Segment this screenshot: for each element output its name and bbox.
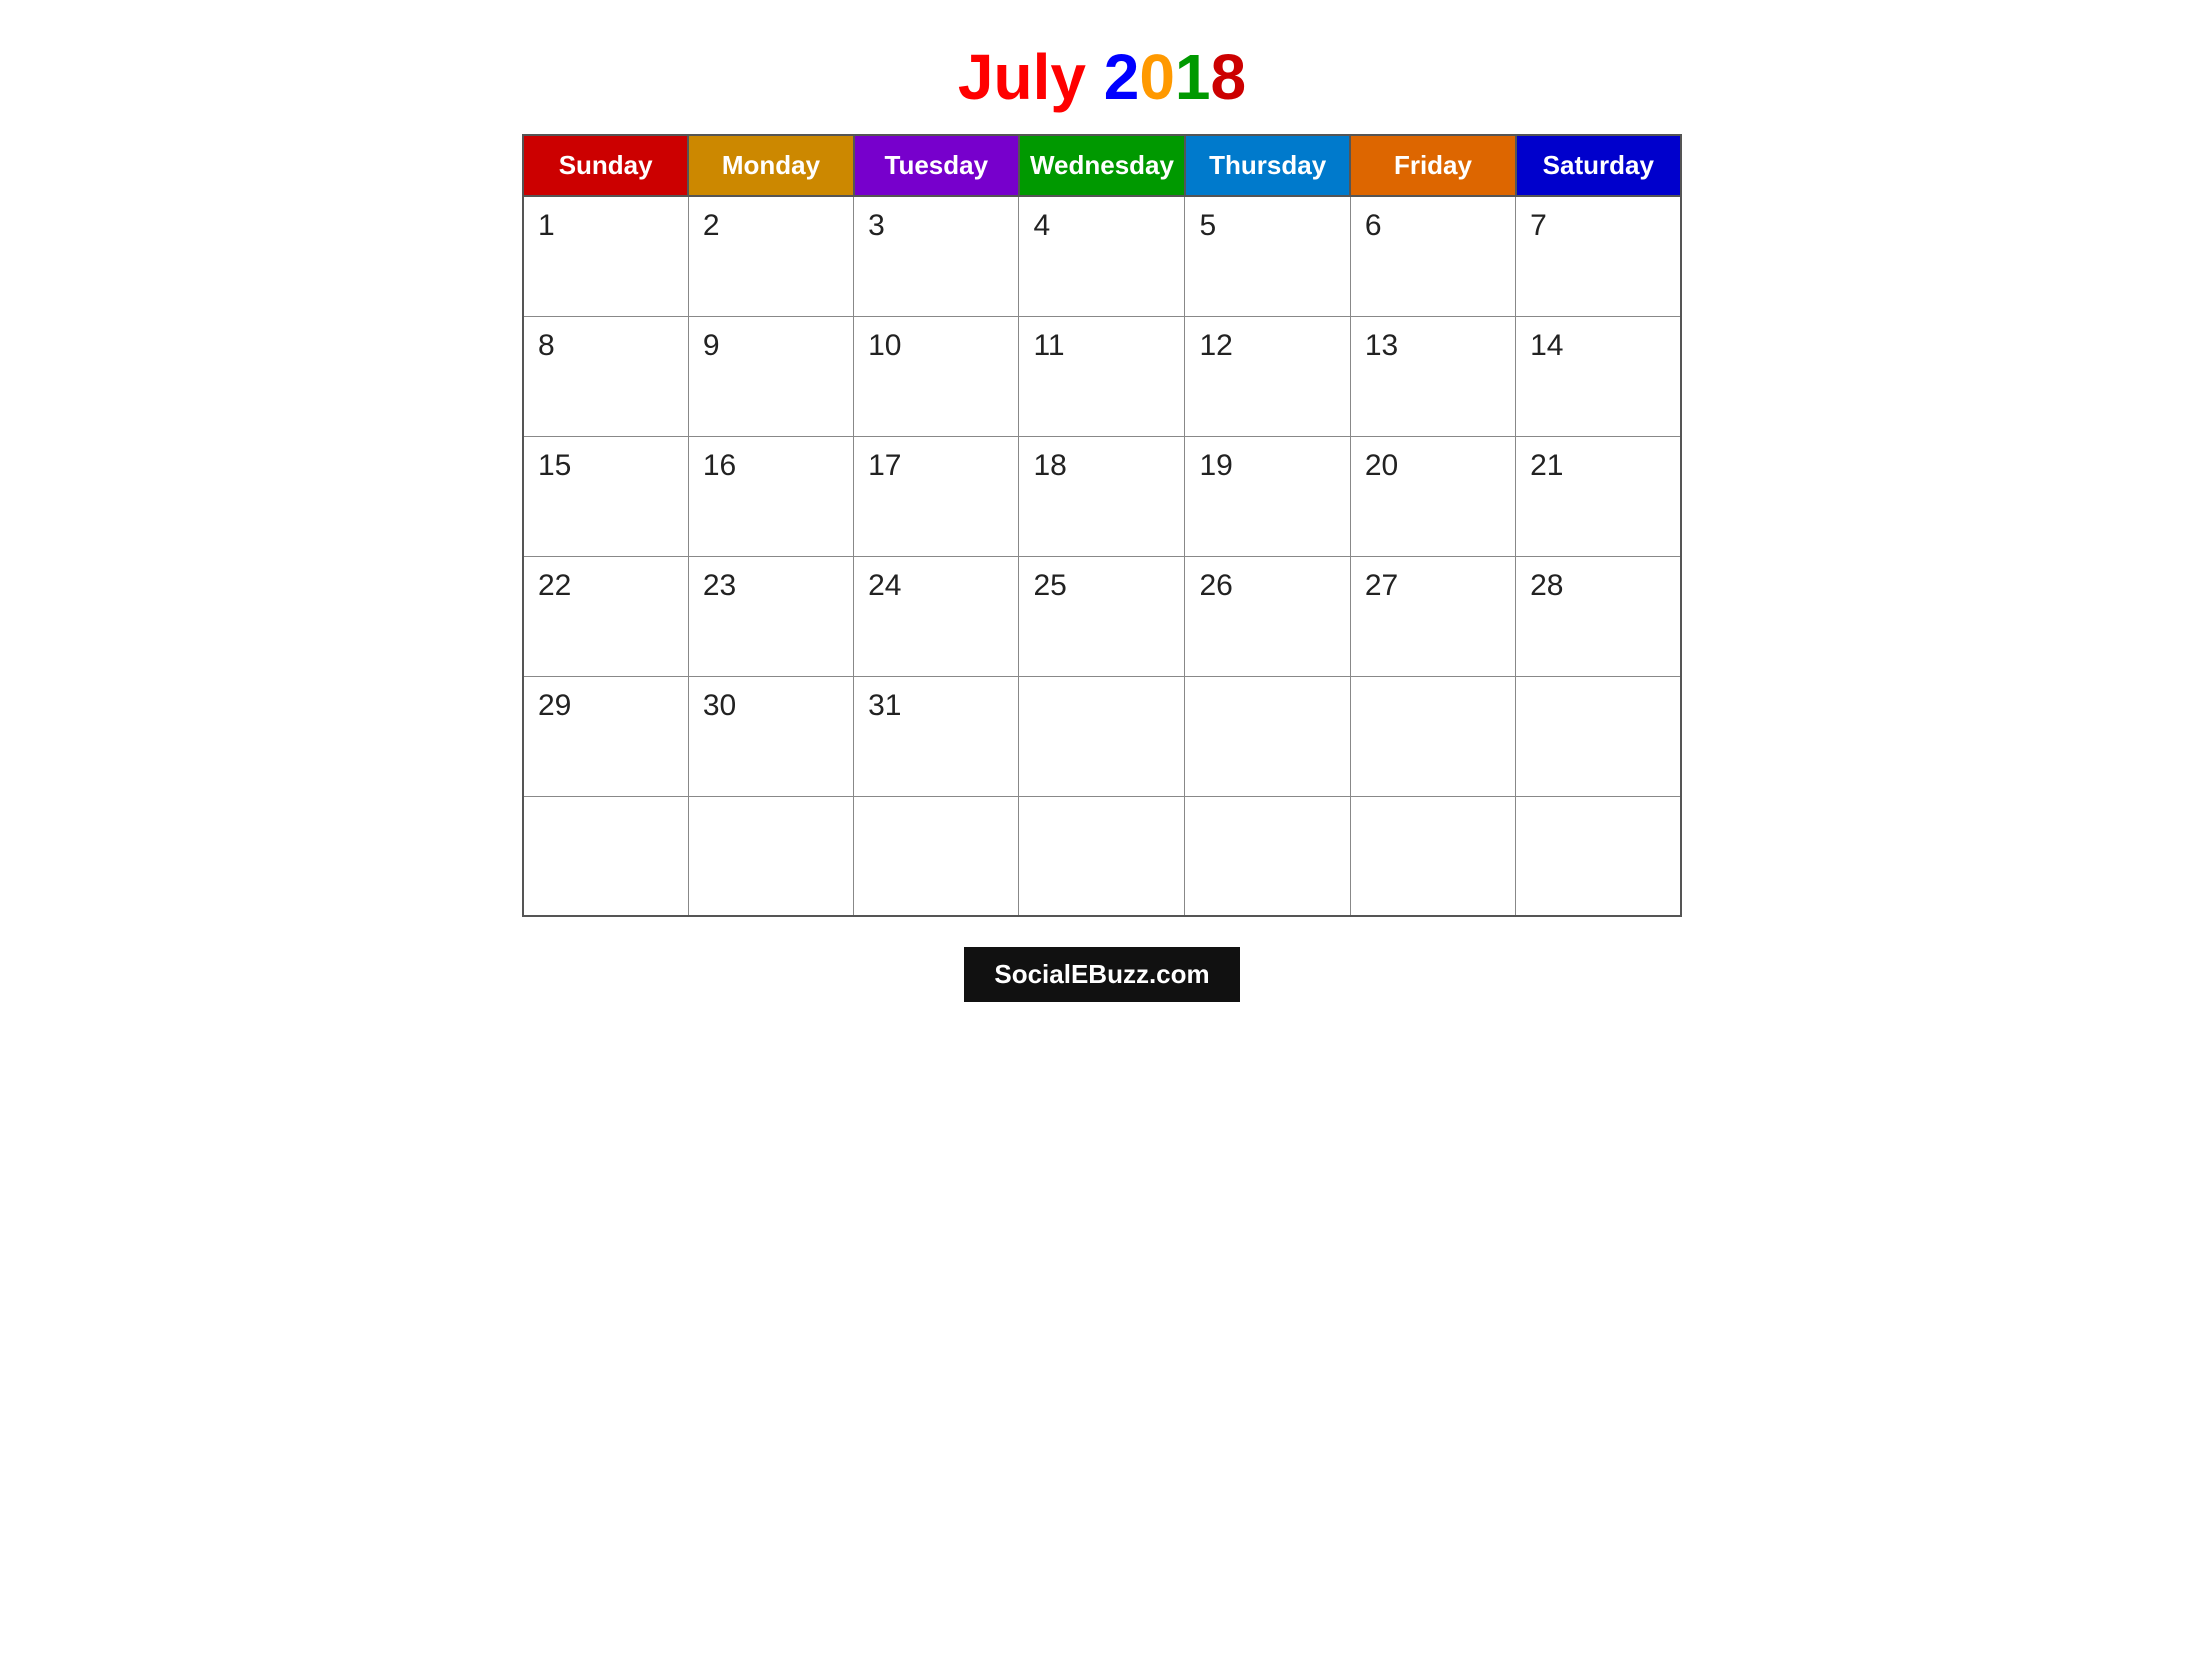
calendar-day-cell: 8	[523, 316, 688, 436]
title-month: July	[958, 41, 1104, 113]
calendar-day-cell: 31	[854, 676, 1019, 796]
calendar-day-cell: 22	[523, 556, 688, 676]
calendar-day-cell	[1019, 676, 1185, 796]
calendar-day-cell: 11	[1019, 316, 1185, 436]
calendar-day-cell: 23	[688, 556, 853, 676]
calendar-day-cell	[523, 796, 688, 916]
calendar-week-row: 293031	[523, 676, 1681, 796]
footer-brand: SocialEBuzz.com	[964, 947, 1239, 1002]
calendar-day-cell: 21	[1516, 436, 1681, 556]
header-thursday: Thursday	[1185, 135, 1350, 196]
calendar-day-cell: 24	[854, 556, 1019, 676]
calendar-day-cell: 4	[1019, 196, 1185, 316]
calendar-day-cell	[1185, 676, 1350, 796]
calendar-day-cell	[1185, 796, 1350, 916]
header-wednesday: Wednesday	[1019, 135, 1185, 196]
calendar-day-cell: 15	[523, 436, 688, 556]
header-saturday: Saturday	[1516, 135, 1681, 196]
calendar-header-row: Sunday Monday Tuesday Wednesday Thursday…	[523, 135, 1681, 196]
calendar-day-cell: 25	[1019, 556, 1185, 676]
calendar-day-cell: 1	[523, 196, 688, 316]
calendar-day-cell: 30	[688, 676, 853, 796]
calendar-day-cell: 6	[1350, 196, 1515, 316]
calendar-day-cell: 14	[1516, 316, 1681, 436]
calendar-week-row: 891011121314	[523, 316, 1681, 436]
calendar-week-row: 22232425262728	[523, 556, 1681, 676]
calendar-day-cell: 5	[1185, 196, 1350, 316]
calendar-day-cell: 20	[1350, 436, 1515, 556]
header-tuesday: Tuesday	[854, 135, 1019, 196]
calendar-day-cell: 27	[1350, 556, 1515, 676]
calendar-day-cell	[688, 796, 853, 916]
calendar-day-cell: 9	[688, 316, 853, 436]
calendar-week-row: 1234567	[523, 196, 1681, 316]
calendar-title: July 2018	[958, 40, 1246, 114]
header-friday: Friday	[1350, 135, 1515, 196]
calendar-day-cell: 19	[1185, 436, 1350, 556]
calendar-day-cell: 17	[854, 436, 1019, 556]
calendar-day-cell	[1019, 796, 1185, 916]
calendar-day-cell: 26	[1185, 556, 1350, 676]
calendar-day-cell: 3	[854, 196, 1019, 316]
calendar-table: Sunday Monday Tuesday Wednesday Thursday…	[522, 134, 1682, 917]
calendar-day-cell	[1350, 796, 1515, 916]
calendar-day-cell: 16	[688, 436, 853, 556]
calendar-day-cell	[1516, 676, 1681, 796]
calendar-day-cell	[854, 796, 1019, 916]
calendar-day-cell: 10	[854, 316, 1019, 436]
calendar-day-cell: 7	[1516, 196, 1681, 316]
calendar-day-cell: 12	[1185, 316, 1350, 436]
calendar-day-cell: 13	[1350, 316, 1515, 436]
calendar-day-cell	[1516, 796, 1681, 916]
calendar-day-cell: 29	[523, 676, 688, 796]
calendar-week-row: 15161718192021	[523, 436, 1681, 556]
calendar-week-row	[523, 796, 1681, 916]
calendar-day-cell	[1350, 676, 1515, 796]
calendar-day-cell: 18	[1019, 436, 1185, 556]
calendar-day-cell: 28	[1516, 556, 1681, 676]
header-sunday: Sunday	[523, 135, 688, 196]
header-monday: Monday	[688, 135, 853, 196]
calendar-day-cell: 2	[688, 196, 853, 316]
